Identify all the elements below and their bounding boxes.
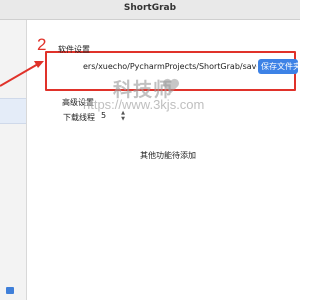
heart-icon bbox=[163, 78, 179, 94]
sidebar-selected-item[interactable] bbox=[0, 98, 26, 124]
save-folder-button[interactable]: 保存文件夹 bbox=[258, 59, 298, 74]
download-threads-label: 下载线程 bbox=[63, 113, 95, 122]
folder-icon[interactable] bbox=[6, 287, 14, 294]
more-features-text: 其他功能待添加 bbox=[140, 151, 196, 160]
download-threads-value: 5 bbox=[101, 111, 107, 120]
save-path-field[interactable]: ers/xuecho/PycharmProjects/ShortGrab/sav… bbox=[83, 59, 257, 74]
window-title: ShortGrab bbox=[123, 3, 177, 13]
software-settings-heading: 软件设置 bbox=[58, 45, 90, 54]
title-bar: ShortGrab bbox=[0, 0, 300, 20]
watermark-url: https://www.3kjs.com bbox=[83, 97, 205, 112]
